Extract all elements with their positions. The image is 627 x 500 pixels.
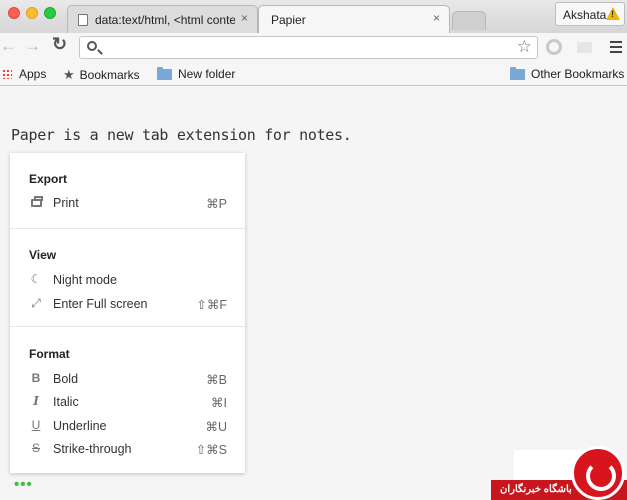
watermark-logo-icon [571,446,625,500]
bookmark-label: Apps [19,67,47,81]
forward-arrow-icon[interactable]: → [24,36,41,56]
page-icon [78,13,88,26]
menu-section-view: View ☾ Night mode ⤢ Enter Full screen ⇧⌘… [10,228,245,326]
shortcut-label: ⌘P [206,197,227,211]
close-window-button[interactable] [8,7,20,19]
maximize-window-button[interactable] [44,7,56,19]
menu-section-format: Format B Bold ⌘B I Italic ⌘I U Underline… [10,326,245,473]
underline-icon: U [31,418,41,432]
strikethrough-icon: S [31,441,40,455]
moon-icon: ☾ [30,272,42,286]
bookmark-label: New folder [178,67,236,81]
menu-item-strikethrough[interactable]: S Strike-through ⇧⌘S [29,441,227,459]
bookmark-label: Other Bookmarks [531,67,625,81]
menu-item-night-mode[interactable]: ☾ Night mode [29,272,227,290]
profile-name: Akshata [563,8,607,22]
address-bar[interactable]: ☆ [79,36,538,59]
italic-icon: I [33,394,39,408]
menu-item-italic[interactable]: I Italic ⌘I [29,394,227,412]
bookmark-apps[interactable]: Apps [2,67,46,81]
minimize-window-button[interactable] [26,7,38,19]
apps-grid-icon [2,69,12,79]
bookmark-other[interactable]: Other Bookmarks [510,66,625,81]
new-tab-button[interactable] [452,11,486,30]
shortcut-label: ⇧⌘F [196,298,227,312]
menu-item-bold[interactable]: B Bold ⌘B [29,371,227,389]
menu-item-label: Print [53,196,79,210]
page-headline[interactable]: Paper is a new tab extension for notes. [11,126,352,144]
browser-toolbar: ← → ↻ ☆ [0,33,627,61]
shortcut-label: ⌘B [206,373,227,387]
search-icon [87,41,97,51]
bookmark-label: Bookmarks [79,68,140,82]
menu-item-label: Night mode [53,273,117,287]
menu-item-label: Italic [53,395,79,409]
watermark-text: باشگاه خبرنگاران [500,484,572,495]
warning-icon [606,7,620,20]
tab-data-url[interactable]: data:text/html, <html conte × [67,5,258,33]
menu-item-label: Underline [53,419,107,433]
menu-item-print[interactable]: Print ⌘P [29,195,227,213]
menu-item-underline[interactable]: U Underline ⌘U [29,418,227,436]
shortcut-label: ⌘I [211,396,227,410]
papier-menu: Export Print ⌘P View ☾ Night mode ⤢ Ente… [10,153,245,473]
bold-icon: B [31,371,41,385]
bookmark-new-folder[interactable]: New folder [157,66,236,81]
window-titlebar: data:text/html, <html conte × Papier × A… [0,0,627,33]
profile-button[interactable]: Akshata [555,2,625,26]
folder-icon [157,66,172,80]
section-title: Export [29,172,68,186]
shortcut-label: ⌘U [205,420,227,434]
tab-close-icon[interactable]: × [433,11,440,25]
shortcut-label: ⇧⌘S [195,443,227,457]
extension-icon[interactable] [546,39,562,55]
tab-papier[interactable]: Papier × [258,5,450,33]
bookmark-bookmarks[interactable]: ★ Bookmarks [63,67,140,83]
section-title: Format [29,347,70,361]
fullscreen-icon: ⤢ [31,296,41,310]
section-title: View [29,248,57,262]
mail-extension-icon[interactable] [577,42,592,53]
star-icon: ★ [63,67,75,82]
folder-icon [510,66,525,80]
hamburger-menu-icon[interactable] [610,41,622,56]
tab-title: Papier [271,12,306,27]
tab-close-icon[interactable]: × [241,11,248,25]
menu-item-label: Enter Full screen [53,297,148,311]
reload-icon[interactable]: ↻ [52,34,67,55]
menu-item-label: Strike-through [53,442,132,456]
bookmarks-bar: Apps ★ Bookmarks New folder Other Bookma… [0,61,627,86]
menu-item-label: Bold [53,372,79,386]
menu-toggle-dots[interactable]: ••• [14,476,33,493]
menu-item-fullscreen[interactable]: ⤢ Enter Full screen ⇧⌘F [29,296,227,314]
back-arrow-icon[interactable]: ← [0,36,17,56]
menu-section-export: Export Print ⌘P [10,153,245,228]
tab-title: data:text/html, <html conte [95,12,235,27]
bookmark-star-icon[interactable]: ☆ [517,37,532,57]
